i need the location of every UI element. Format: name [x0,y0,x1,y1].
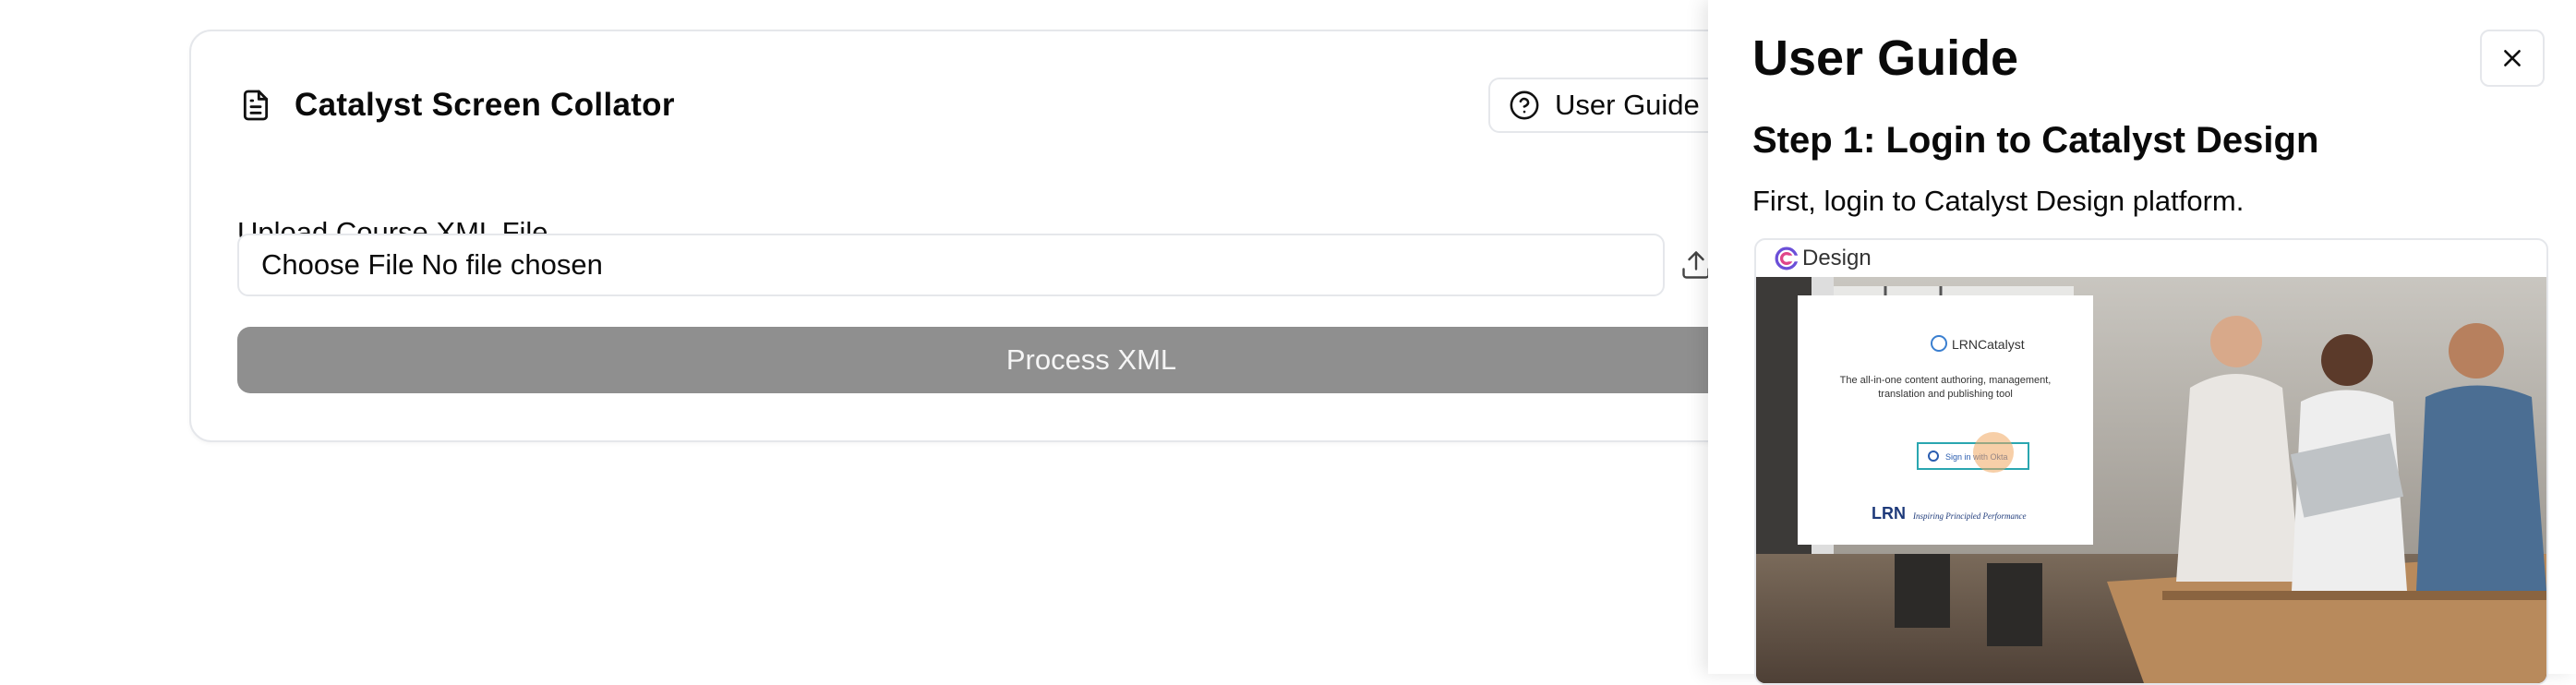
help-circle-icon [1510,90,1539,120]
user-guide-button[interactable]: User Guide [1488,78,1720,133]
panel-title: User Guide [1752,30,2019,86]
step-description: First, login to Catalyst Design platform… [1752,185,2245,217]
user-guide-panel: User Guide Step 1: Login to Catalyst Des… [1708,0,2576,685]
close-icon [2504,50,2521,66]
step-screenshot: Design LRNCatalyst The all-in-one conten… [1754,238,2548,685]
document-icon [243,90,269,121]
process-xml-button[interactable]: Process XML [237,327,1945,393]
click-indicator [1973,432,2014,473]
screenshot-app-bar: Design [1756,240,2546,277]
file-input[interactable]: Choose File No file chosen [237,234,1665,296]
screenshot-tagline-2: translation and publishing tool [1878,389,2013,400]
choose-file-button[interactable]: Choose File [261,248,414,282]
close-button[interactable] [2480,30,2545,87]
catalyst-logo-icon [1775,246,1799,270]
step-title: Step 1: Login to Catalyst Design [1752,120,2319,161]
screenshot-footer-brand: LRN [1872,504,1906,523]
file-status-text: No file chosen [421,248,603,281]
user-guide-button-label: User Guide [1555,89,1700,121]
screenshot-tagline-1: The all-in-one content authoring, manage… [1840,375,2052,386]
screenshot-brand-text: LRNCatalyst [1952,337,2025,352]
login-screenshot-image: LRNCatalyst The all-in-one content autho… [1756,277,2546,683]
screenshot-app-bar-label: Design [1802,246,1872,270]
screenshot-footer-slogan: Inspiring Principled Performance [1912,511,2026,521]
page-title: Catalyst Screen Collator [295,87,675,123]
collator-card: Catalyst Screen Collator User Guide Uplo… [189,30,1947,442]
card-header: Catalyst Screen Collator [237,87,675,124]
